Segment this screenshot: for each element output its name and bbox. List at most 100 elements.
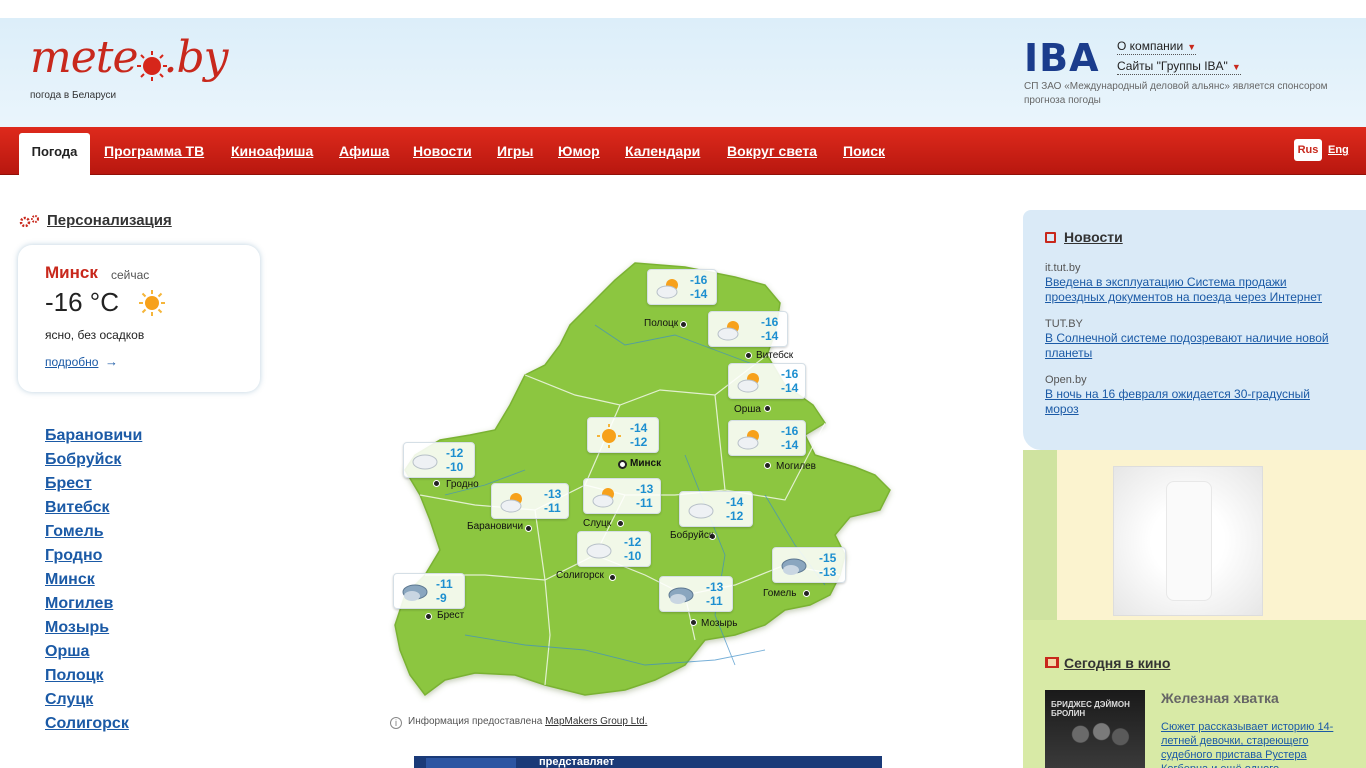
- forecast-bubble: -16 -14: [728, 420, 806, 456]
- temp-min: -12: [726, 509, 744, 523]
- site-logo[interactable]: mete .by погода в Беларуси: [30, 30, 240, 104]
- city-link[interactable]: Брест: [45, 475, 92, 492]
- current-city: Минск: [45, 263, 98, 282]
- overcast-icon: [402, 584, 428, 601]
- weather-map[interactable]: -16 -14 Полоцк -16 -14 Витебск -16 -14 О…: [385, 255, 905, 705]
- temp-min: -14: [690, 287, 708, 301]
- sun-icon: [597, 424, 621, 448]
- temp-max: -11: [436, 577, 453, 591]
- about-company-label: О компании: [1117, 39, 1184, 53]
- nav-item-news[interactable]: Новости: [413, 143, 472, 159]
- news-panel: Новости it.tut.by Введена в эксплуатацию…: [1023, 210, 1366, 450]
- promo-banner[interactable]: представляет: [414, 756, 882, 768]
- temp-min: -14: [781, 381, 799, 395]
- lang-en-link[interactable]: Eng: [1328, 144, 1349, 156]
- cloudy-icon: [412, 454, 438, 470]
- city-dot: [425, 613, 432, 620]
- map-city-label: Витебск: [756, 350, 794, 361]
- city-link[interactable]: Гродно: [45, 547, 102, 564]
- ad-phone-image[interactable]: [1113, 466, 1263, 616]
- map-city-label: Мозырь: [701, 618, 738, 629]
- temp-max: -16: [761, 315, 779, 329]
- phone-icon: [1166, 481, 1212, 601]
- partly-cloudy-icon: [500, 493, 522, 513]
- temp-max: -14: [726, 495, 744, 509]
- movie-description-link[interactable]: Сюжет рассказывает историю 14-летней дев…: [1161, 720, 1351, 768]
- temp-min: -10: [624, 549, 642, 563]
- chevron-down-icon: ▼: [1231, 62, 1241, 72]
- iba-logo[interactable]: IBA: [1024, 38, 1100, 78]
- iba-group-sites-link[interactable]: Сайты "Группы IBA" ▼: [1117, 59, 1241, 75]
- partly-cloudy-icon: [592, 488, 614, 508]
- nav-item-cinema[interactable]: Киноафиша: [231, 143, 313, 159]
- map-city-label: Могилев: [776, 461, 816, 472]
- temp-min: -10: [446, 460, 464, 474]
- forecast-bubble: -16 -14: [708, 311, 788, 347]
- news-headline-link[interactable]: Введена в эксплуатацию Система продажи п…: [1045, 275, 1345, 305]
- news-headline-link[interactable]: В ночь на 16 февраля ожидается 30-градус…: [1045, 387, 1345, 417]
- capital-dot: [618, 460, 627, 469]
- map-city-label: Брест: [437, 610, 465, 621]
- city-link[interactable]: Гомель: [45, 523, 104, 540]
- city-list-item: Полоцк: [45, 666, 142, 690]
- ad-panel: [1023, 450, 1366, 636]
- map-city-label: Орша: [734, 404, 761, 415]
- logo-sun-icon: [137, 51, 167, 81]
- nav-item-tv[interactable]: Программа ТВ: [104, 143, 204, 159]
- forecast-bubble: -12 -10: [577, 531, 651, 567]
- temp-max: -13: [636, 482, 654, 496]
- temp-min: -13: [819, 565, 837, 579]
- city-link[interactable]: Полоцк: [45, 667, 103, 684]
- city-dot: [433, 480, 440, 487]
- city-list-item: Минск: [45, 570, 142, 594]
- city-link[interactable]: Орша: [45, 643, 89, 660]
- temp-max: -14: [630, 421, 648, 435]
- cinema-title[interactable]: Сегодня в кино: [1064, 655, 1170, 671]
- temp-min: -14: [761, 329, 779, 343]
- city-list-item: Солигорск: [45, 714, 142, 738]
- map-city-label: Полоцк: [644, 318, 679, 329]
- city-link[interactable]: Слуцк: [45, 691, 93, 708]
- temp-min: -9: [436, 591, 447, 605]
- news-title[interactable]: Новости: [1064, 229, 1123, 245]
- city-link[interactable]: Витебск: [45, 499, 110, 516]
- mapmakers-link[interactable]: MapMakers Group Ltd.: [545, 716, 647, 727]
- city-link[interactable]: Барановичи: [45, 427, 142, 444]
- movie-poster[interactable]: БРИДЖЕС ДЭЙМОН БРОЛИН: [1045, 690, 1145, 768]
- poster-figures: [1063, 716, 1133, 768]
- nav-item-afisha[interactable]: Афиша: [339, 143, 389, 159]
- city-link[interactable]: Могилев: [45, 595, 113, 612]
- partly-cloudy-icon: [717, 321, 739, 341]
- chevron-down-icon: ▼: [1187, 42, 1197, 52]
- news-headline-link[interactable]: В Солнечной системе подозревают наличие …: [1045, 331, 1345, 361]
- nav-item-search[interactable]: Поиск: [843, 143, 885, 159]
- city-list: Барановичи Бобруйск Брест Витебск Гомель…: [45, 426, 142, 738]
- forecast-bubble: -14 -12: [679, 491, 753, 527]
- forecast-bubble: -13 -11: [491, 483, 569, 519]
- ad-frame: [1057, 450, 1366, 636]
- nav-item-games[interactable]: Игры: [497, 143, 533, 159]
- news-item: Open.by В ночь на 16 февраля ожидается 3…: [1045, 373, 1345, 417]
- details-link[interactable]: подробно: [45, 355, 98, 369]
- city-dot: [690, 619, 697, 626]
- nav-item-humor[interactable]: Юмор: [558, 143, 600, 159]
- city-link[interactable]: Солигорск: [45, 715, 129, 732]
- city-dot: [803, 590, 810, 597]
- city-link[interactable]: Мозырь: [45, 619, 109, 636]
- nav-item-calendars[interactable]: Календари: [625, 143, 700, 159]
- map-city-label: Бобруйск: [670, 530, 714, 541]
- about-company-link[interactable]: О компании ▼: [1117, 39, 1197, 55]
- banner-logo: [426, 758, 516, 768]
- city-link[interactable]: Бобруйск: [45, 451, 121, 468]
- partly-cloudy-icon: [737, 430, 759, 450]
- lang-ru-button[interactable]: Rus: [1294, 139, 1322, 161]
- temp-min: -11: [544, 501, 561, 515]
- nav-tab-weather[interactable]: Погода: [19, 133, 90, 181]
- city-dot: [764, 405, 771, 412]
- news-icon: [1045, 232, 1056, 243]
- city-link[interactable]: Минск: [45, 571, 95, 588]
- partly-cloudy-icon: [737, 373, 759, 393]
- map-city-label: Минск: [630, 458, 662, 469]
- logo-text: mete .by: [30, 32, 228, 83]
- nav-item-world[interactable]: Вокруг света: [727, 143, 817, 159]
